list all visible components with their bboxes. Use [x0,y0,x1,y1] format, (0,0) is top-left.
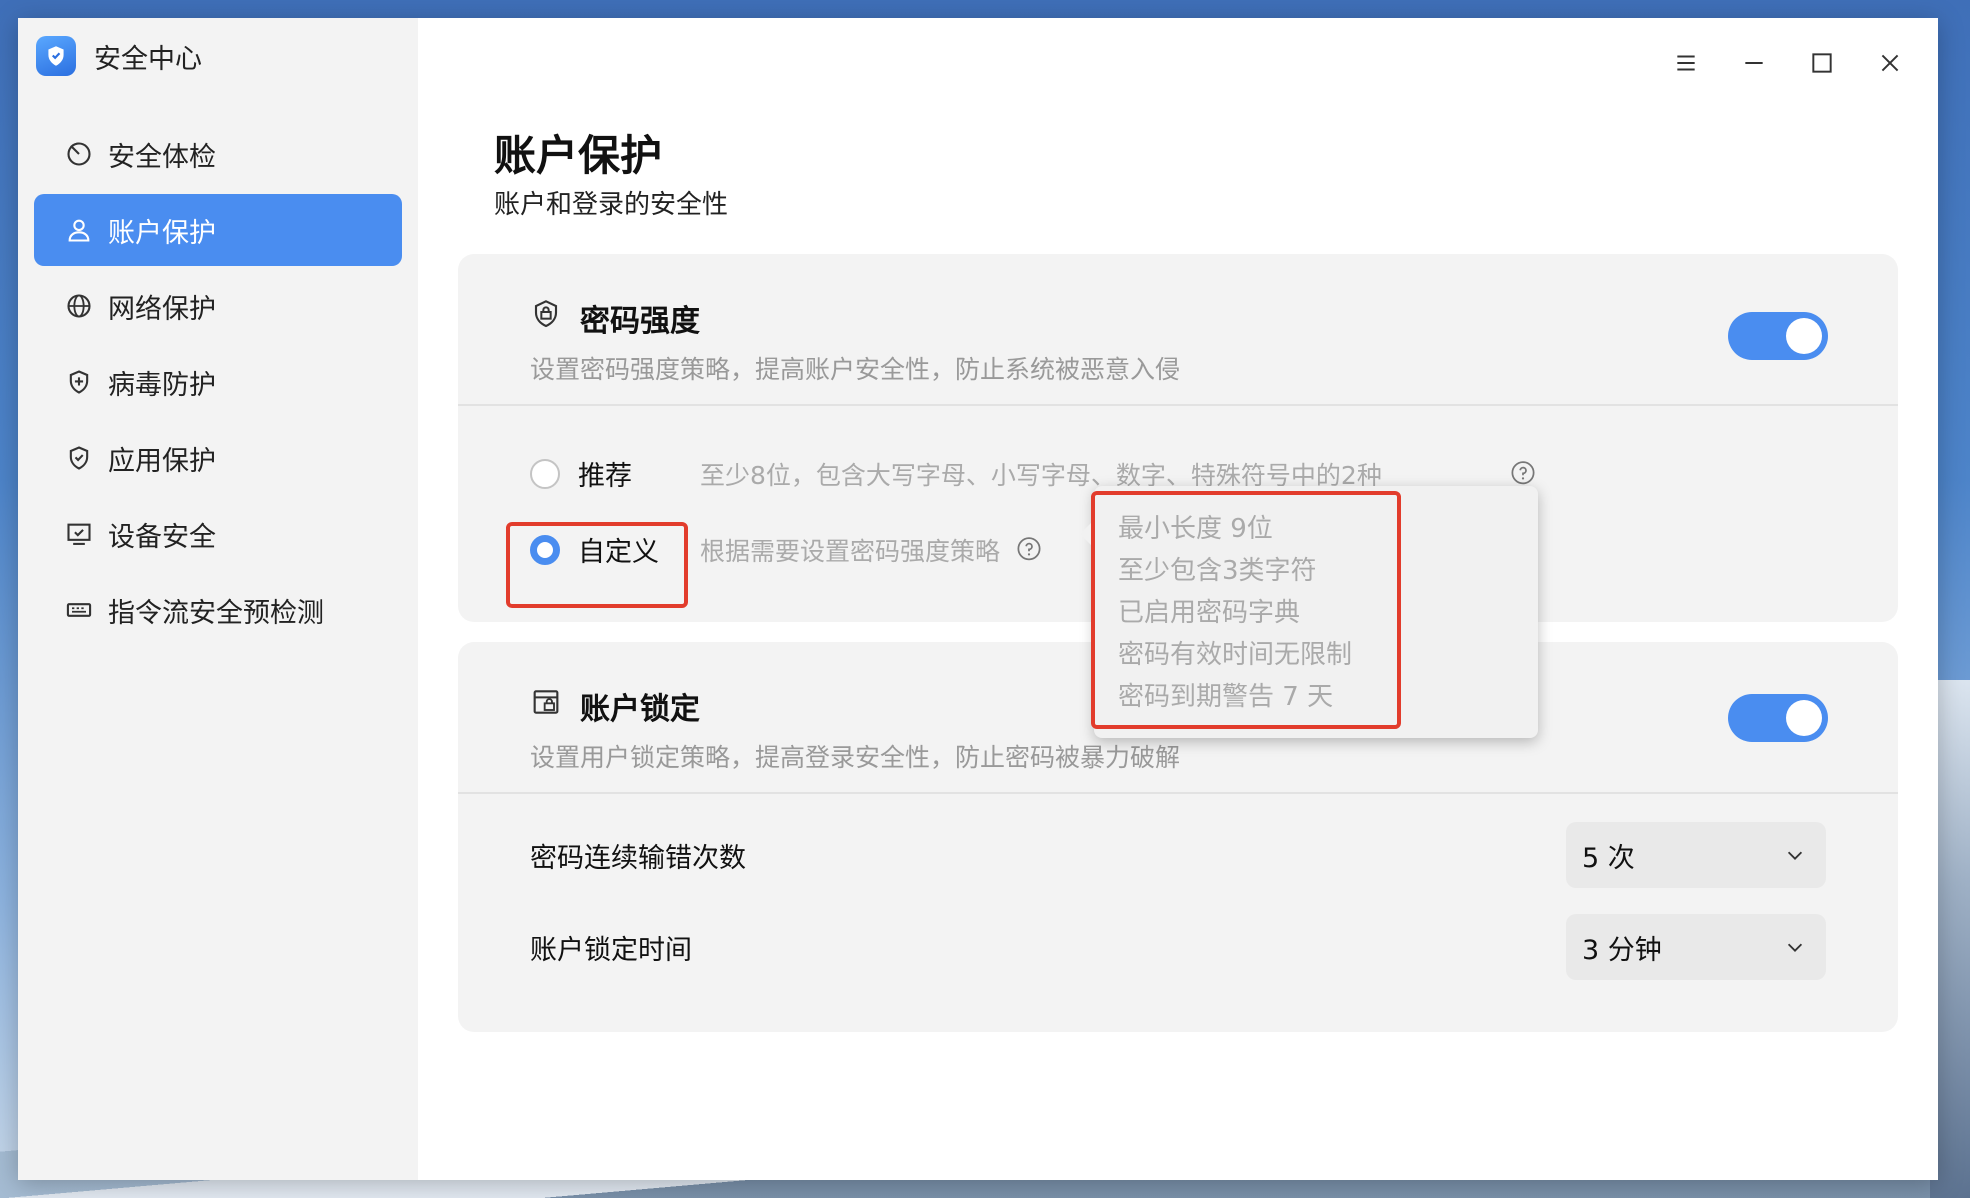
lock-calendar-icon [533,690,559,714]
password-strength-toggle[interactable] [1728,312,1828,360]
field-row-lock-time: 账户锁定时间 3 分钟 [530,914,1826,980]
toggle-knob [1786,318,1822,354]
app-header: 安全中心 [18,18,418,94]
retry-count-label: 密码连续输错次数 [530,842,746,874]
account-lock-toggle[interactable] [1728,694,1828,742]
help-icon[interactable] [1014,535,1044,565]
sidebar-item-label: 指令流安全预检测 [108,597,324,629]
monitor-check-icon [64,519,94,549]
custom-highlight-box [506,522,688,608]
sidebar-item-label: 应用保护 [108,445,216,477]
page-title: 账户保护 [494,131,663,180]
globe-icon [64,291,94,321]
maximize-button[interactable] [1794,38,1850,88]
window-controls [1658,38,1918,88]
sidebar-item-label: 病毒防护 [108,369,216,401]
close-icon [1881,54,1899,72]
custom-description: 根据需要设置密码强度策略 [700,536,1001,566]
password-strength-title: 密码强度 [580,304,700,339]
sidebar-item-label: 设备安全 [108,521,216,553]
user-icon [64,215,94,245]
tooltip-highlight-box [1091,491,1401,729]
password-strength-header: 密码强度 设置密码强度策略，提高账户安全性，防止系统被恶意入侵 [458,254,1898,406]
retry-count-value: 5 次 [1582,842,1635,874]
page-subtitle: 账户和登录的安全性 [494,190,729,220]
shield-check-icon [64,443,94,473]
sidebar: 安全中心 安全体检 账户保护 网络保护 病毒防护 应用保护 设备安全 指令流安全… [18,18,418,1180]
sidebar-item-label: 安全体检 [108,141,216,173]
sidebar-item-security-check[interactable]: 安全体检 [34,118,402,190]
minimize-icon [1745,62,1763,64]
recommended-radio[interactable] [530,458,560,489]
help-icon[interactable] [1508,459,1538,489]
sidebar-item-label: 网络保护 [108,293,216,325]
keyboard-icon [64,595,94,625]
scan-icon [64,139,94,169]
sidebar-item-virus-protection[interactable]: 病毒防护 [34,346,402,418]
sidebar-item-label: 账户保护 [108,217,216,249]
account-lock-description: 设置用户锁定策略，提高登录安全性，防止密码被暴力破解 [530,743,1181,772]
app-logo-icon [36,36,76,76]
sidebar-item-network-protection[interactable]: 网络保护 [34,270,402,342]
shield-lock-icon [534,300,558,328]
hamburger-icon [1677,55,1695,71]
password-policy-tooltip: 最小长度 9位 至少包含3类字符 已启用密码字典 密码有效时间无限制 密码到期警… [1080,486,1538,738]
account-lock-title: 账户锁定 [580,692,700,727]
password-strength-description: 设置密码强度策略，提高账户安全性，防止系统被恶意入侵 [530,355,1181,384]
sidebar-item-app-protection[interactable]: 应用保护 [34,422,402,494]
sidebar-item-command-precheck[interactable]: 指令流安全预检测 [34,574,402,646]
lock-time-value: 3 分钟 [1582,934,1662,966]
lock-time-label: 账户锁定时间 [530,934,692,966]
app-title: 安全中心 [94,43,202,75]
sidebar-nav: 安全体检 账户保护 网络保护 病毒防护 应用保护 设备安全 指令流安全预检测 [18,118,418,646]
recommended-label: 推荐 [578,461,632,492]
sidebar-item-device-security[interactable]: 设备安全 [34,498,402,570]
toggle-knob [1786,700,1822,736]
chevron-down-icon [1787,851,1803,860]
sidebar-item-account-protection[interactable]: 账户保护 [34,194,402,266]
shield-plus-icon [64,367,94,397]
maximize-icon [1812,53,1832,73]
main-content: 账户保护 账户和登录的安全性 密码强度 设置密码强度策略，提高账户安全性，防止系… [418,18,1938,1180]
retry-count-select[interactable]: 5 次 [1566,822,1826,888]
lock-time-select[interactable]: 3 分钟 [1566,914,1826,980]
security-center-window: 安全中心 安全体检 账户保护 网络保护 病毒防护 应用保护 设备安全 指令流安全… [18,18,1938,1180]
field-row-retry-count: 密码连续输错次数 5 次 [530,822,1826,888]
minimize-button[interactable] [1726,38,1782,88]
chevron-down-icon [1787,943,1803,952]
close-button[interactable] [1862,38,1918,88]
menu-button[interactable] [1658,38,1714,88]
